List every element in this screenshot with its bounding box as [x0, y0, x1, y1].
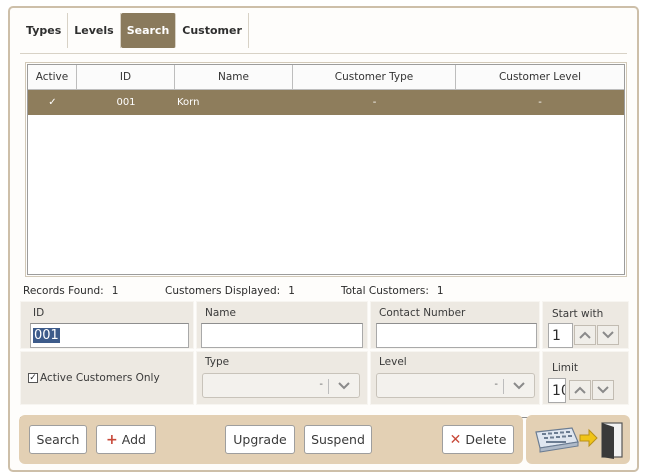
contact-number-input[interactable] [376, 323, 537, 348]
id-label: ID [33, 307, 45, 319]
type-label: Type [205, 356, 230, 368]
type-select-value: - [319, 379, 323, 390]
add-button[interactable]: + Add [96, 425, 156, 454]
name-label: Name [205, 307, 236, 319]
name-input[interactable] [201, 323, 363, 348]
row-id-cell: 001 [116, 97, 136, 108]
records-found-value: 1 [111, 285, 119, 297]
suspend-button[interactable]: Suspend [304, 425, 372, 454]
exit-button[interactable] [526, 415, 630, 464]
type-filter-cell: Type - [196, 351, 368, 405]
column-header-active[interactable]: Active [28, 65, 77, 89]
level-label: Level [379, 356, 407, 368]
limit-input[interactable]: 10 [548, 378, 566, 403]
id-filter-cell: ID 001 [20, 301, 194, 349]
upgrade-button[interactable]: Upgrade [225, 425, 295, 454]
records-found-label: Records Found: [23, 285, 104, 297]
type-select-separator [328, 379, 329, 394]
column-header-customer-level[interactable]: Customer Level [456, 65, 624, 89]
column-header-id[interactable]: ID [77, 65, 175, 89]
limit-down-button[interactable] [592, 380, 614, 400]
delete-button-label: Delete [465, 432, 507, 447]
total-customers: Total Customers: 1 [341, 285, 444, 297]
column-header-customer-type[interactable]: Customer Type [293, 65, 456, 89]
customers-displayed: Customers Displayed: 1 [165, 285, 295, 297]
tab-search[interactable]: Search [120, 13, 177, 48]
keyboard-exit-icon [535, 422, 623, 459]
add-button-label: Add [121, 432, 146, 447]
records-found: Records Found: 1 [23, 285, 118, 297]
contact-filter-cell: Contact Number [370, 301, 540, 349]
tab-bar: Types Levels Search Customer [20, 13, 249, 48]
row-active-cell: ✓ [48, 97, 57, 108]
search-button[interactable]: Search [29, 425, 87, 454]
upgrade-button-label: Upgrade [233, 432, 287, 447]
total-customers-value: 1 [436, 285, 444, 297]
start-with-down-button[interactable] [597, 325, 619, 345]
table-header: Active ID Name Customer Type Customer Le… [28, 65, 624, 90]
customers-displayed-label: Customers Displayed: [165, 285, 281, 297]
level-select[interactable]: - [376, 373, 535, 398]
x-icon: ✕ [449, 431, 462, 448]
suspend-button-label: Suspend [311, 432, 365, 447]
id-input[interactable]: 001 [30, 323, 189, 348]
tab-divider [20, 53, 627, 54]
row-name-cell: Korn [177, 97, 200, 108]
start-with-cell: Start with 1 [542, 301, 629, 349]
row-level-cell: - [538, 97, 542, 108]
type-select[interactable]: - [202, 373, 360, 398]
chevron-down-icon [338, 382, 350, 390]
customers-table[interactable]: Active ID Name Customer Type Customer Le… [27, 64, 625, 275]
id-input-value: 001 [33, 328, 60, 343]
row-type-cell: - [372, 97, 377, 108]
column-header-name[interactable]: Name [175, 65, 293, 89]
level-select-value: - [494, 379, 498, 390]
contact-number-label: Contact Number [379, 307, 466, 319]
level-select-separator [503, 379, 504, 394]
level-dropdown-button[interactable] [508, 376, 530, 396]
start-with-input[interactable]: 1 [548, 323, 573, 348]
chevron-up-icon [579, 331, 591, 339]
active-only-cell: ✓ Active Customers Only [20, 351, 194, 405]
active-only-checkbox[interactable]: ✓ [28, 373, 38, 383]
total-customers-label: Total Customers: [341, 285, 429, 297]
start-with-up-button[interactable] [574, 325, 596, 345]
chevron-down-icon [513, 382, 525, 390]
level-filter-cell: Level - [370, 351, 540, 405]
tab-levels[interactable]: Levels [68, 13, 121, 48]
chevron-down-icon [597, 386, 609, 394]
table-row[interactable]: ✓ 001 Korn - - [28, 90, 624, 115]
tab-customer[interactable]: Customer [176, 13, 249, 48]
plus-icon: + [106, 431, 118, 448]
action-toolbar: Search + Add Upgrade Suspend ✕ Delete [19, 415, 523, 464]
tab-types[interactable]: Types [20, 13, 69, 48]
start-with-label: Start with [552, 308, 604, 320]
limit-cell: Limit 10 [542, 351, 629, 405]
delete-button[interactable]: ✕ Delete [442, 425, 514, 454]
name-filter-cell: Name [196, 301, 368, 349]
customers-displayed-value: 1 [288, 285, 295, 297]
active-only-label: Active Customers Only [40, 372, 160, 384]
customer-window: Types Levels Search Customer Active ID N… [8, 6, 639, 472]
search-button-label: Search [36, 432, 80, 447]
limit-label: Limit [552, 362, 579, 374]
chevron-down-icon [602, 331, 614, 339]
chevron-up-icon [574, 386, 586, 394]
type-dropdown-button[interactable] [333, 376, 355, 396]
limit-up-button[interactable] [569, 380, 591, 400]
